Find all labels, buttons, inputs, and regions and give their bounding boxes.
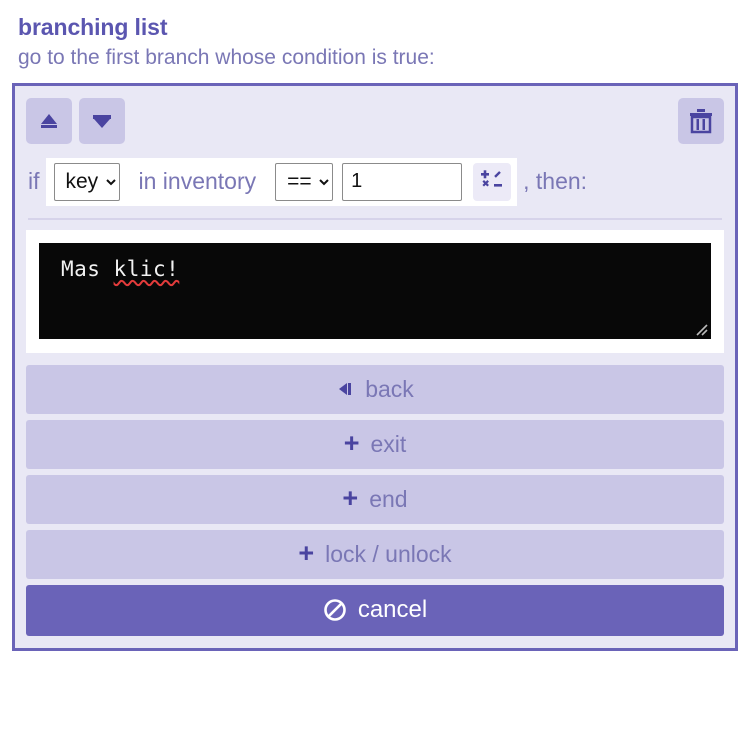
dialogue-text-plain: Mas (61, 256, 114, 281)
plus-icon: + (343, 427, 360, 458)
arrow-up-icon (36, 111, 62, 131)
toolbar-left-group (26, 97, 125, 144)
branch-panel: if key in inventory == 1 , then: Mas kli… (12, 82, 738, 651)
move-up-button[interactable] (26, 97, 72, 144)
amount-input[interactable] (342, 162, 463, 201)
page-subtitle: go to the first branch whose condition i… (18, 46, 435, 70)
if-label: if (28, 168, 40, 195)
section-divider (28, 217, 722, 220)
math-expression-button[interactable] (473, 162, 512, 201)
math-operations-icon (480, 168, 504, 195)
in-inventory-label: in inventory (138, 168, 257, 195)
add-end-button[interactable]: + end (26, 474, 724, 524)
condition-fields: key in inventory == (45, 157, 518, 206)
resize-grip-icon[interactable] (694, 322, 708, 336)
inventory-item-select[interactable]: key (53, 162, 120, 201)
add-exit-button[interactable]: + exit (26, 419, 724, 469)
condition-row: if key in inventory == 1 , then: (26, 148, 724, 214)
comparison-operator-select[interactable]: == (275, 162, 334, 201)
add-end-label: end (369, 485, 408, 512)
arrow-down-icon (89, 111, 115, 131)
plus-icon: + (298, 537, 315, 568)
plus-icon: + (342, 482, 359, 513)
panel-toolbar (26, 96, 724, 148)
dialogue-text: Mas klic! (61, 257, 697, 282)
back-arrow-icon (336, 380, 354, 398)
branching-list-page: branching list go to the first branch wh… (0, 0, 750, 746)
dialogue-editor-container: Mas klic! (26, 229, 724, 353)
dialogue-text-misspelled: klic! (113, 256, 180, 281)
add-back-button[interactable]: back (26, 364, 724, 414)
add-lock-unlock-label: lock / unlock (325, 540, 452, 567)
cancel-button[interactable]: cancel (26, 584, 724, 636)
add-exit-label: exit (370, 430, 407, 457)
then-label: , then: (523, 168, 588, 195)
no-entry-icon (323, 598, 347, 622)
header: branching list go to the first branch wh… (0, 0, 750, 71)
cancel-label: cancel (357, 596, 428, 624)
dialogue-textarea[interactable]: Mas klic! (39, 242, 711, 339)
add-back-label: back (365, 375, 414, 402)
add-lock-unlock-button[interactable]: + lock / unlock (26, 529, 724, 579)
move-down-button[interactable] (79, 97, 125, 144)
trash-icon (688, 107, 714, 135)
page-title: branching list (18, 14, 168, 40)
delete-branch-button[interactable] (678, 97, 724, 144)
